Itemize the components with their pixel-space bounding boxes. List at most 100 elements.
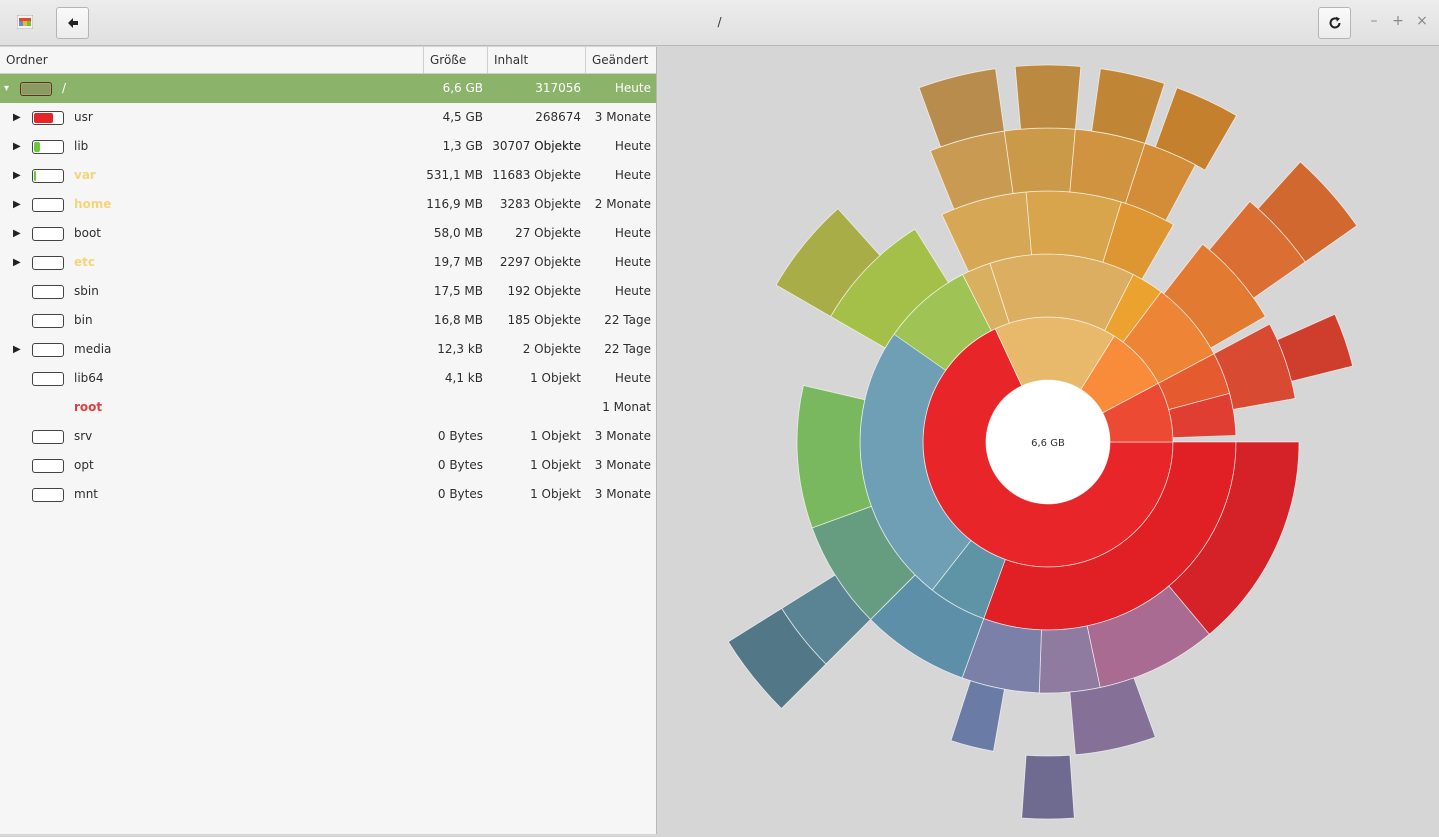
folder-size: 0 Bytes: [437, 429, 483, 443]
usage-bar: [20, 82, 52, 96]
table-row[interactable]: ▶ etc 19,7 MB 2297 Objekte Heute: [0, 248, 656, 277]
folder-name: mnt: [74, 487, 98, 501]
folder-name: usr: [74, 110, 93, 124]
folder-size: 531,1 MB: [426, 168, 483, 182]
folder-size: 1,3 GB: [442, 139, 483, 153]
column-headers: Ordner Größe Inhalt Geändert: [0, 47, 656, 74]
usage-bar-fill: [22, 84, 50, 94]
folder-size: 0 Bytes: [437, 487, 483, 501]
ring-segment[interactable]: [1014, 64, 1082, 130]
folder-modified: Heute: [614, 255, 651, 269]
folder-modified: Heute: [614, 81, 651, 95]
expander-icon[interactable]: ▶: [13, 248, 25, 277]
folder-size: 6,6 GB: [442, 81, 483, 95]
folder-modified: 3 Monate: [594, 429, 651, 443]
folder-size: 4,1 kB: [444, 371, 483, 385]
ring-segment[interactable]: [1276, 313, 1354, 382]
folder-contents: 3283 Objekte: [499, 197, 581, 211]
folder-contents: 192 Objekte: [507, 284, 581, 298]
usage-bar-fill: [34, 142, 40, 152]
table-row[interactable]: ▶ usr 4,5 GB 268674 Objekte 3 Monate: [0, 103, 656, 153]
reload-button[interactable]: [1318, 7, 1351, 39]
usage-bar: [32, 227, 64, 241]
ring-segment[interactable]: [1021, 754, 1075, 820]
usage-bar: [32, 285, 64, 299]
usage-bar: [32, 459, 64, 473]
folder-modified: Heute: [614, 371, 651, 385]
folder-name: media: [74, 342, 112, 356]
column-header-size[interactable]: Größe: [424, 47, 488, 74]
ring-segment[interactable]: [1003, 127, 1076, 194]
table-row[interactable]: ▶ home 116,9 MB 3283 Objekte 2 Monate: [0, 190, 656, 219]
folder-size: 58,0 MB: [433, 226, 483, 240]
folder-contents: 1 Objekt: [530, 487, 581, 501]
usage-bar-fill: [34, 171, 37, 181]
table-row[interactable]: ▶ boot 58,0 MB 27 Objekte Heute: [0, 219, 656, 248]
folder-modified: 3 Monate: [594, 458, 651, 472]
folder-tree[interactable]: Ordner Größe Inhalt Geändert ▾/6,6 GB 317…: [0, 47, 657, 834]
column-header-folder[interactable]: Ordner: [0, 47, 424, 74]
ring-chart[interactable]: 6,6 GB: [658, 47, 1439, 834]
folder-contents: 2 Objekte: [522, 342, 581, 356]
maximize-button[interactable]: +: [1391, 13, 1405, 29]
folder-contents: 2297 Objekte: [499, 255, 581, 269]
folder-modified: 3 Monate: [594, 110, 651, 124]
folder-size: 19,7 MB: [433, 255, 483, 269]
usage-bar: [32, 372, 64, 386]
table-row[interactable]: srv 0 Bytes 1 Objekt 3 Monate: [0, 422, 656, 451]
folder-modified: 22 Tage: [604, 313, 651, 327]
folder-contents: 1 Objekt: [530, 458, 581, 472]
expander-icon[interactable]: ▶: [13, 335, 25, 364]
usage-bar: [32, 256, 64, 270]
folder-size: 16,8 MB: [433, 313, 483, 327]
folder-size: 0 Bytes: [437, 458, 483, 472]
folder-contents: 1 Objekt: [530, 429, 581, 443]
usage-bar: [32, 314, 64, 328]
folder-name: /: [62, 81, 67, 95]
column-header-modified[interactable]: Geändert: [586, 47, 656, 74]
table-row[interactable]: lib64 4,1 kB 1 Objekt Heute: [0, 364, 656, 393]
usage-bar: [32, 488, 64, 502]
column-header-contents[interactable]: Inhalt: [488, 47, 586, 74]
ring-center-label: 6,6 GB: [1031, 438, 1065, 449]
expander-icon[interactable]: ▶: [13, 161, 25, 190]
usage-bar: [32, 169, 64, 183]
table-row[interactable]: opt 0 Bytes 1 Objekt 3 Monate: [0, 451, 656, 480]
table-row[interactable]: ▶ lib 1,3 GB 30707 Objekte Heute: [0, 132, 656, 161]
ring-segment[interactable]: [950, 680, 1005, 752]
table-row[interactable]: sbin 17,5 MB 192 Objekte Heute: [0, 277, 656, 306]
table-row[interactable]: ▶ var 531,1 MB 11683 Objekte Heute: [0, 161, 656, 190]
folder-modified: Heute: [614, 139, 651, 153]
expander-icon[interactable]: ▶: [13, 132, 25, 161]
folder-name: lib: [74, 139, 89, 153]
folder-modified: 22 Tage: [604, 342, 651, 356]
expander-icon[interactable]: ▾: [4, 74, 16, 103]
folder-name: srv: [74, 429, 93, 443]
ring-segment[interactable]: [796, 385, 872, 529]
window-title: /: [717, 15, 722, 29]
close-button[interactable]: ×: [1415, 13, 1429, 29]
expander-icon[interactable]: ▶: [13, 219, 25, 248]
table-row[interactable]: root 1 Monat: [0, 393, 656, 422]
ring-segment[interactable]: [1091, 68, 1166, 144]
folder-contents: 11683 Objekte: [492, 168, 581, 182]
folder-contents: 27 Objekte: [515, 226, 581, 240]
folder-name: var: [74, 168, 96, 182]
folder-name: bin: [74, 313, 93, 327]
folder-name: opt: [74, 458, 94, 472]
table-row[interactable]: mnt 0 Bytes 1 Objekt 3 Monate: [0, 480, 656, 509]
folder-contents: 185 Objekte: [507, 313, 581, 327]
expander-icon[interactable]: ▶: [13, 103, 25, 132]
usage-bar: [32, 430, 64, 444]
folder-contents: 30707 Objekte: [492, 139, 581, 153]
folder-name: lib64: [74, 371, 104, 385]
folder-modified: Heute: [614, 168, 651, 182]
folder-name: root: [74, 400, 103, 414]
ring-chart-svg[interactable]: 6,6 GB: [658, 47, 1439, 834]
table-row-selected[interactable]: ▾/6,6 GB 317056 Objekte Heute: [0, 74, 656, 124]
header-bar: / – + ×: [0, 0, 1439, 46]
table-row[interactable]: bin 16,8 MB 185 Objekte 22 Tage: [0, 306, 656, 335]
expander-icon[interactable]: ▶: [13, 190, 25, 219]
minimize-button[interactable]: –: [1367, 13, 1381, 29]
table-row[interactable]: ▶ media 12,3 kB 2 Objekte 22 Tage: [0, 335, 656, 364]
